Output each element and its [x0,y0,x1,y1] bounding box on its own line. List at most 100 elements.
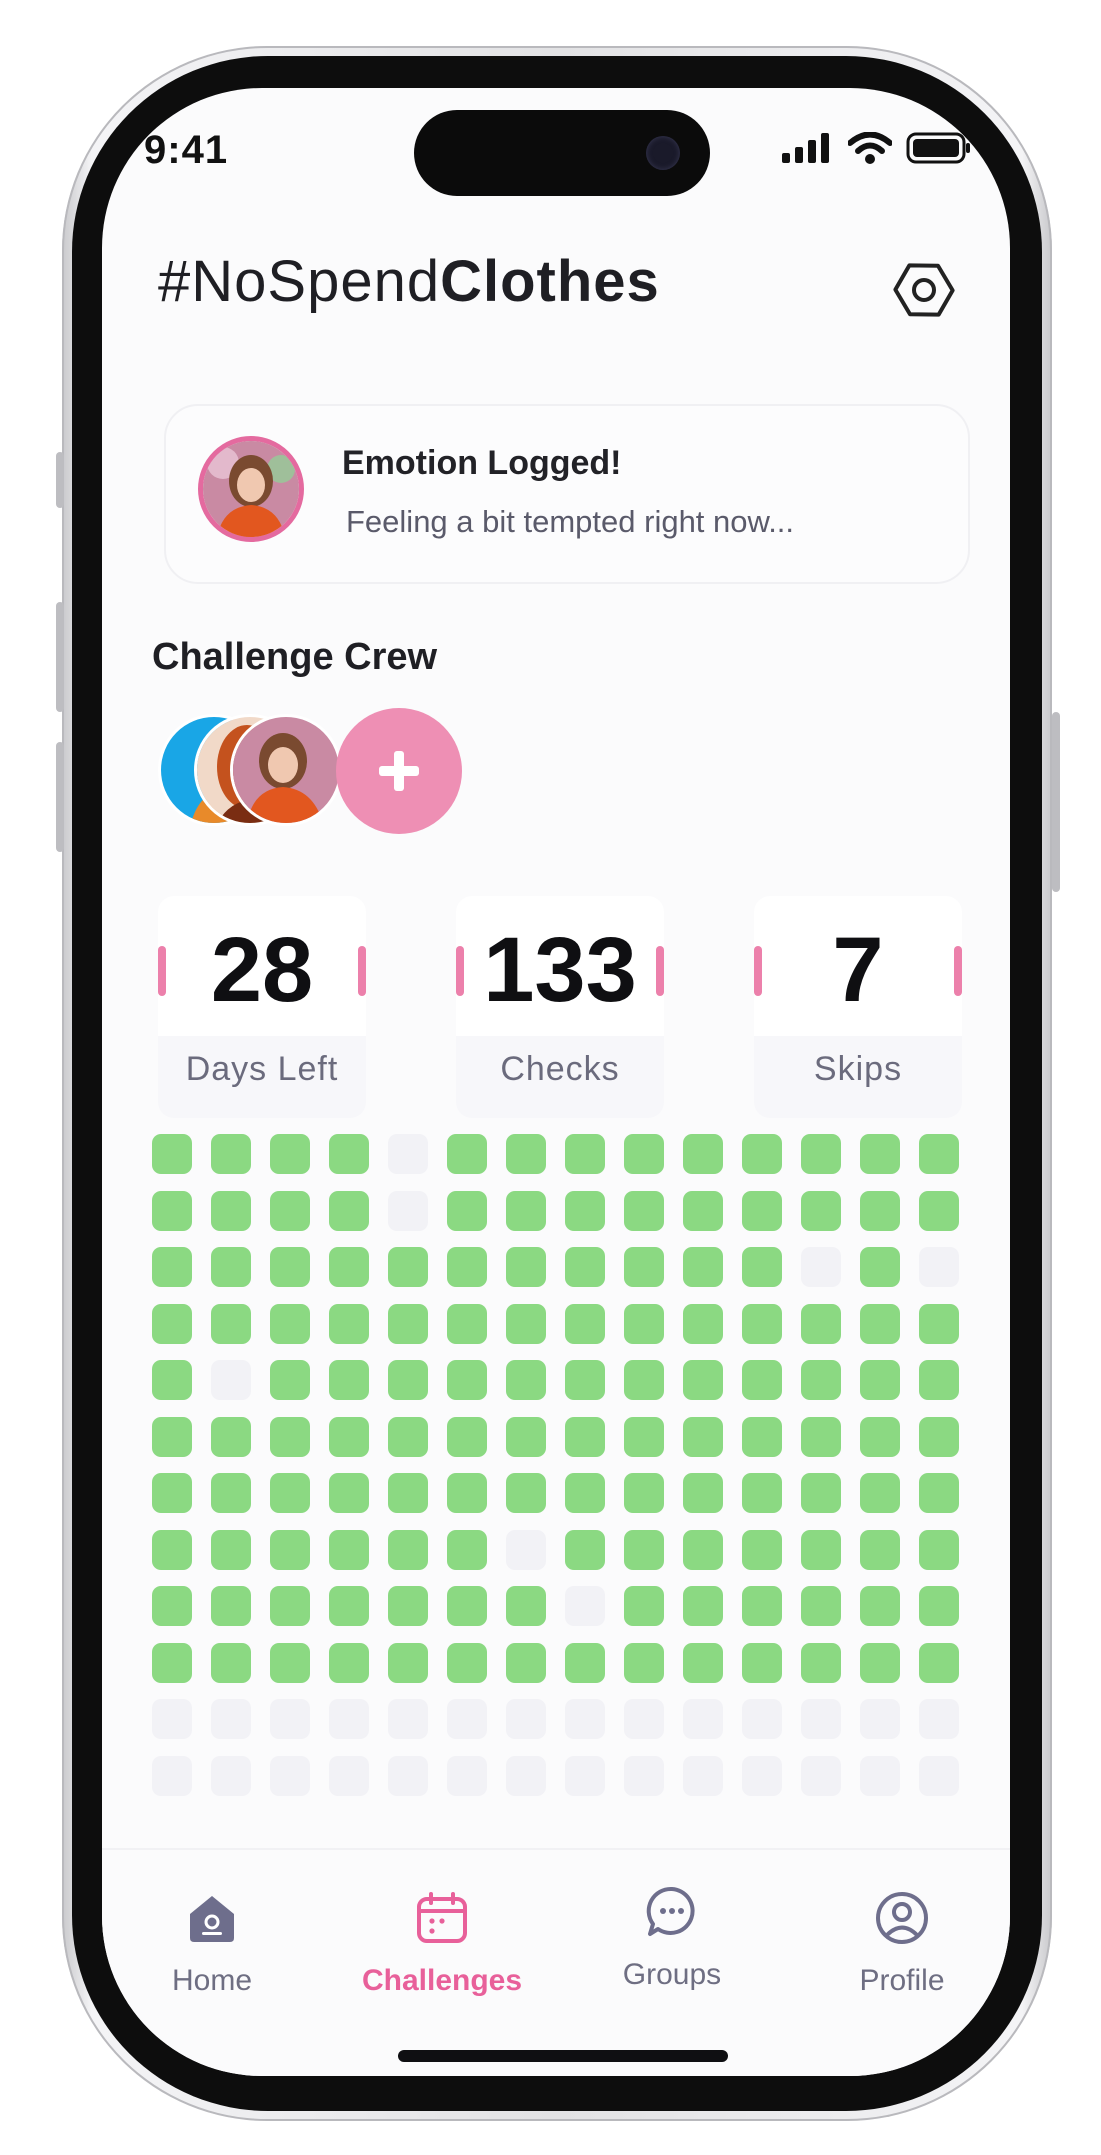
tracker-cell-checked[interactable] [742,1304,782,1344]
tracker-cell-checked[interactable] [742,1586,782,1626]
tracker-cell-checked[interactable] [801,1530,841,1570]
tab-profile[interactable]: Profile [802,1886,1002,1998]
tracker-cell-empty[interactable] [211,1699,251,1739]
tracker-cell-checked[interactable] [388,1586,428,1626]
tracker-cell-empty[interactable] [506,1699,546,1739]
tracker-cell-checked[interactable] [270,1643,310,1683]
tracker-cell-checked[interactable] [565,1191,605,1231]
tracker-cell-checked[interactable] [447,1530,487,1570]
tracker-cell-checked[interactable] [624,1247,664,1287]
tracker-cell-checked[interactable] [860,1417,900,1457]
tracker-cell-checked[interactable] [506,1586,546,1626]
tracker-cell-checked[interactable] [742,1247,782,1287]
tracker-cell-empty[interactable] [152,1756,192,1796]
tracker-cell-checked[interactable] [152,1247,192,1287]
tracker-cell-checked[interactable] [801,1304,841,1344]
tracker-cell-checked[interactable] [447,1473,487,1513]
tracker-cell-empty[interactable] [329,1699,369,1739]
tracker-cell-checked[interactable] [919,1191,959,1231]
tracker-cell-checked[interactable] [270,1191,310,1231]
tracker-cell-checked[interactable] [919,1134,959,1174]
tracker-cell-empty[interactable] [860,1699,900,1739]
tracker-cell-checked[interactable] [683,1191,723,1231]
tracker-cell-checked[interactable] [506,1643,546,1683]
tracker-cell-empty[interactable] [270,1756,310,1796]
tracker-cell-checked[interactable] [270,1360,310,1400]
tracker-cell-checked[interactable] [860,1247,900,1287]
tracker-cell-checked[interactable] [152,1530,192,1570]
emotion-toast[interactable]: Emotion Logged! Feeling a bit tempted ri… [164,404,970,584]
tracker-cell-checked[interactable] [506,1247,546,1287]
tracker-cell-empty[interactable] [742,1756,782,1796]
tracker-cell-checked[interactable] [919,1360,959,1400]
tracker-cell-checked[interactable] [211,1643,251,1683]
tracker-cell-checked[interactable] [506,1134,546,1174]
tracker-cell-checked[interactable] [270,1473,310,1513]
tracker-cell-empty[interactable] [388,1699,428,1739]
tracker-cell-checked[interactable] [919,1473,959,1513]
tracker-cell-checked[interactable] [329,1643,369,1683]
tracker-cell-empty[interactable] [565,1586,605,1626]
tracker-cell-checked[interactable] [388,1304,428,1344]
tab-groups[interactable]: Groups [572,1880,772,1992]
crew-avatar[interactable] [230,714,342,826]
tracker-cell-checked[interactable] [388,1417,428,1457]
tracker-cell-empty[interactable] [211,1756,251,1796]
tracker-cell-empty[interactable] [211,1360,251,1400]
tracker-cell-checked[interactable] [565,1530,605,1570]
tracker-cell-checked[interactable] [683,1134,723,1174]
tracker-cell-checked[interactable] [152,1360,192,1400]
tracker-cell-empty[interactable] [388,1191,428,1231]
tracker-cell-checked[interactable] [447,1304,487,1344]
tracker-cell-checked[interactable] [683,1643,723,1683]
tracker-cell-checked[interactable] [447,1191,487,1231]
tracker-cell-checked[interactable] [211,1304,251,1344]
tracker-cell-empty[interactable] [506,1756,546,1796]
tracker-cell-empty[interactable] [624,1756,664,1796]
tracker-cell-checked[interactable] [624,1191,664,1231]
tracker-cell-empty[interactable] [860,1756,900,1796]
tracker-cell-checked[interactable] [860,1191,900,1231]
tracker-cell-checked[interactable] [388,1247,428,1287]
tracker-cell-checked[interactable] [742,1643,782,1683]
tracker-cell-checked[interactable] [506,1360,546,1400]
tracker-cell-checked[interactable] [565,1360,605,1400]
tracker-cell-checked[interactable] [388,1643,428,1683]
tracker-cell-checked[interactable] [506,1191,546,1231]
tracker-cell-checked[interactable] [919,1586,959,1626]
tracker-cell-checked[interactable] [270,1304,310,1344]
tracker-cell-checked[interactable] [506,1473,546,1513]
tracker-cell-checked[interactable] [270,1247,310,1287]
tracker-cell-checked[interactable] [447,1360,487,1400]
tracker-cell-checked[interactable] [860,1643,900,1683]
tracker-cell-empty[interactable] [506,1530,546,1570]
tracker-cell-checked[interactable] [211,1191,251,1231]
tracker-cell-empty[interactable] [742,1699,782,1739]
tracker-cell-empty[interactable] [801,1699,841,1739]
tracker-cell-empty[interactable] [565,1699,605,1739]
tracker-cell-checked[interactable] [683,1417,723,1457]
home-indicator[interactable] [398,2050,728,2062]
tab-home[interactable]: Home [112,1886,312,1998]
tracker-cell-checked[interactable] [801,1473,841,1513]
tracker-cell-empty[interactable] [270,1699,310,1739]
tracker-cell-empty[interactable] [388,1134,428,1174]
tracker-cell-empty[interactable] [683,1756,723,1796]
tracker-cell-checked[interactable] [742,1191,782,1231]
tracker-cell-checked[interactable] [624,1360,664,1400]
tracker-cell-checked[interactable] [624,1473,664,1513]
tracker-cell-checked[interactable] [742,1360,782,1400]
tracker-cell-checked[interactable] [211,1134,251,1174]
tracker-cell-checked[interactable] [624,1586,664,1626]
tracker-cell-checked[interactable] [329,1530,369,1570]
tracker-cell-checked[interactable] [565,1304,605,1344]
tracker-cell-checked[interactable] [506,1304,546,1344]
tracker-cell-checked[interactable] [565,1473,605,1513]
tracker-cell-checked[interactable] [270,1417,310,1457]
tracker-cell-checked[interactable] [211,1473,251,1513]
tracker-cell-checked[interactable] [388,1530,428,1570]
tracker-cell-checked[interactable] [919,1643,959,1683]
tracker-cell-checked[interactable] [506,1417,546,1457]
tracker-cell-checked[interactable] [329,1247,369,1287]
tracker-cell-empty[interactable] [801,1247,841,1287]
